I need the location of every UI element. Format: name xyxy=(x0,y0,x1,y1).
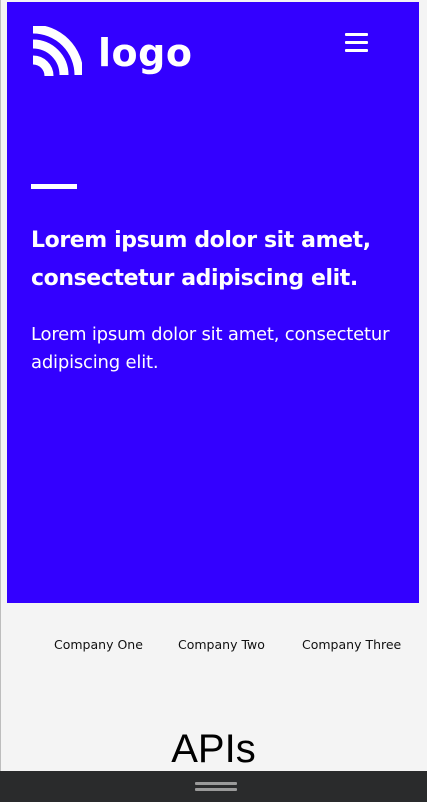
company-name: Company Three xyxy=(302,637,402,652)
logo[interactable]: logo xyxy=(30,26,192,80)
hero-heading: Lorem ipsum dolor sit amet, consectetur … xyxy=(31,228,371,291)
bottom-bar xyxy=(0,771,427,802)
logo-text: logo xyxy=(98,31,193,75)
menu-bar xyxy=(345,41,368,44)
company-name: Company Two xyxy=(178,637,265,652)
hamburger-menu-icon[interactable] xyxy=(343,30,371,54)
company-name: Company One xyxy=(54,637,143,652)
wifi-arcs-icon xyxy=(30,26,82,80)
menu-bar xyxy=(345,33,368,36)
hero-section: logo Lorem ipsum dolor sit amet, consect… xyxy=(7,2,419,603)
accent-divider xyxy=(31,184,77,189)
drag-handle-icon[interactable] xyxy=(195,781,237,793)
page: logo Lorem ipsum dolor sit amet, consect… xyxy=(0,0,427,802)
company-list: Company One Company Two Company Three xyxy=(0,634,427,656)
hero-text: Lorem ipsum dolor sit amet, consectetur … xyxy=(31,324,390,373)
menu-bar xyxy=(345,49,368,52)
drag-handle-line xyxy=(195,782,237,785)
section-title: APIs xyxy=(171,727,256,771)
drag-handle-line xyxy=(195,788,237,791)
